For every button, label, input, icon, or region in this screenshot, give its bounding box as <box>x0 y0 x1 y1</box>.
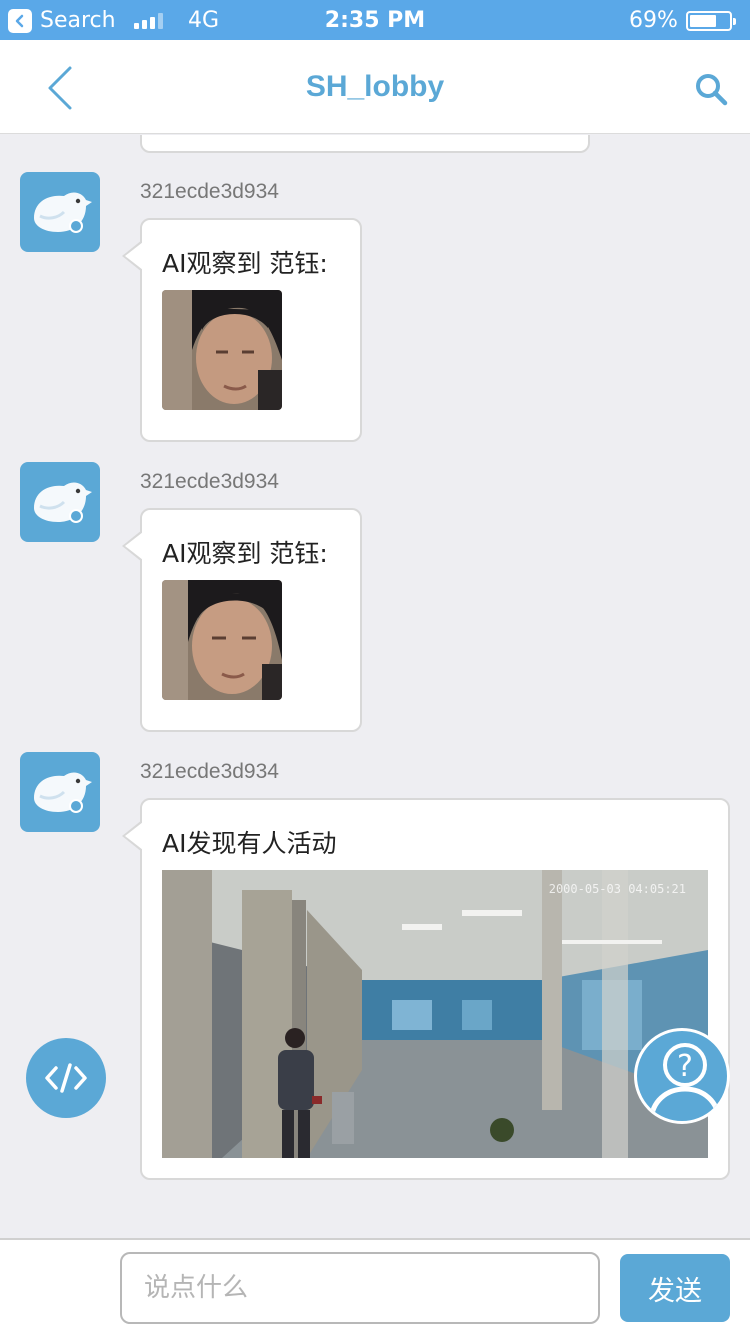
message-text: AI观察到 范钰: <box>162 249 328 278</box>
message-bubble[interactable]: AI观察到 范钰: <box>122 218 362 442</box>
bot-avatar[interactable] <box>20 172 100 252</box>
message-text: AI发现有人活动 <box>162 829 337 858</box>
message-input[interactable] <box>120 1252 600 1324</box>
bot-avatar[interactable] <box>20 752 100 832</box>
battery-percent: 69% <box>629 8 678 33</box>
message-sender: 321ecde3d934 <box>140 760 279 783</box>
nav-bar: SH_lobby <box>0 40 750 134</box>
svg-text:?: ? <box>677 1049 693 1084</box>
message-text: AI观察到 范钰: <box>162 539 328 568</box>
message-sender: 321ecde3d934 <box>140 470 279 493</box>
previous-message-bubble <box>140 135 590 153</box>
cctv-snapshot[interactable]: 2000-05-03 04:05:21 <box>162 870 708 1158</box>
message-sender: 321ecde3d934 <box>140 180 279 203</box>
bird-icon <box>34 192 92 233</box>
snapshot-timestamp: 2000-05-03 04:05:21 <box>548 882 686 896</box>
status-bar: Search 4G 2:35 PM 69% <box>0 0 750 40</box>
help-button[interactable]: ? <box>634 1028 730 1124</box>
search-icon[interactable] <box>694 72 728 106</box>
message-bubble[interactable]: AI发现有人活动 2000-05-03 04:05:21 <box>122 798 730 1180</box>
send-button[interactable]: 发送 <box>620 1254 730 1322</box>
battery-icon <box>686 11 736 31</box>
bot-avatar[interactable] <box>20 462 100 542</box>
code-icon <box>45 1063 87 1093</box>
message-input-bar: 发送 <box>0 1238 750 1334</box>
page-title: SH_lobby <box>305 70 445 103</box>
code-toggle-button[interactable] <box>26 1038 106 1118</box>
bird-icon <box>34 772 92 813</box>
face-thumbnail[interactable] <box>162 290 282 410</box>
message-bubble[interactable]: AI观察到 范钰: <box>122 508 362 732</box>
face-thumbnail[interactable] <box>162 580 282 700</box>
bird-icon <box>34 482 92 523</box>
